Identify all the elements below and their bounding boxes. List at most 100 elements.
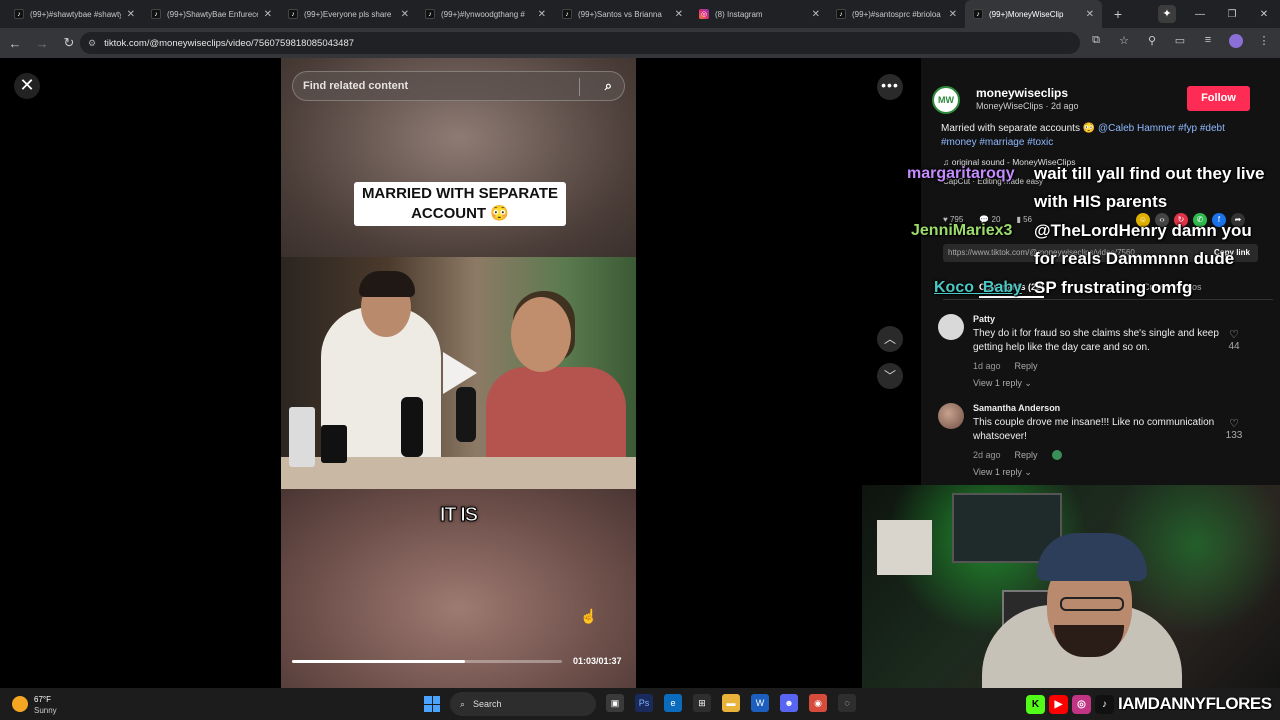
url-field[interactable]: ⚙ tiktok.com/@moneywiseclips/video/75607…	[80, 32, 1080, 54]
sidebar-icon[interactable]: ▭	[1172, 34, 1188, 51]
extensions-icon[interactable]: ⚲	[1144, 34, 1160, 51]
taskbar-apps: ▣ Ps e ⊞ ▬ W ☻ ◉ ◌	[606, 694, 856, 712]
close-icon[interactable]: ✕	[14, 73, 40, 99]
window-controls: — ❐ ✕	[1184, 0, 1280, 28]
tiktok-icon: ♪	[562, 9, 572, 19]
back-icon[interactable]: ←	[3, 36, 27, 51]
save-count[interactable]: ▮ 56	[1016, 215, 1032, 224]
sun-icon	[12, 696, 28, 712]
tab-santos-vs-brianna[interactable]: ♪ (99+)Santos vs Brianna ✕	[554, 0, 691, 28]
tab-santosprc[interactable]: ♪ (99+)#santosprc #brioloa ✕	[828, 0, 965, 28]
reload-icon[interactable]: ↻	[57, 35, 81, 51]
menu-lines-icon[interactable]: ≡	[1200, 34, 1216, 51]
next-video-button[interactable]: ﹀	[877, 363, 903, 389]
kick-icon: K	[1026, 694, 1045, 714]
close-icon[interactable]: ✕	[401, 9, 409, 20]
taskbar-search[interactable]: ⌕ Search	[450, 692, 596, 716]
tab-label: (99+)Santos vs Brianna	[578, 9, 662, 19]
kebab-menu-icon[interactable]: ⋮	[1256, 34, 1272, 51]
avatar[interactable]	[938, 314, 964, 340]
file-explorer-icon[interactable]: ▬	[722, 694, 740, 712]
play-icon[interactable]	[443, 352, 477, 394]
close-icon[interactable]: ✕	[949, 9, 957, 20]
chat-username: margaritaroqy	[907, 165, 1015, 182]
streamer-social-bar: K ▶ ◎ ♪ IAMDANNYFLORES	[1026, 692, 1272, 716]
task-view-icon[interactable]: ▣	[606, 694, 624, 712]
tab-everyone-pls-share[interactable]: ♪ (99+)Everyone pls share ✕	[280, 0, 417, 28]
tab-label: (99+)#santosprc #brioloa	[852, 9, 941, 19]
baseball-cap	[1037, 533, 1147, 581]
video-caption-bottom: IT IS	[439, 504, 478, 527]
photoshop-icon[interactable]: Ps	[635, 694, 653, 712]
chrome-icon[interactable]: ◉	[809, 694, 827, 712]
comment-author[interactable]: Samantha Anderson	[973, 403, 1060, 413]
glasses	[1060, 597, 1124, 611]
video-player[interactable]: Find related content ⌕ MARRIED WITH SEPA…	[281, 58, 636, 688]
discord-icon[interactable]: ☻	[780, 694, 798, 712]
related-search-input[interactable]: Find related content ⌕	[292, 71, 625, 101]
weather-temp: 67°F	[34, 695, 51, 704]
comment-time: 1d ago	[973, 361, 1001, 371]
url-text: tiktok.com/@moneywiseclips/video/7560759…	[104, 37, 355, 49]
minimize-icon[interactable]: —	[1184, 9, 1216, 20]
view-replies-button[interactable]: View 1 reply ⌄	[973, 467, 1032, 478]
comment-author[interactable]: Patty	[973, 314, 995, 324]
tab-shawtybae-enfurece[interactable]: ♪ (99+)ShawtyBae Enfurece ✕	[143, 0, 280, 28]
weather-widget[interactable]: 67°F Sunny	[12, 692, 82, 716]
maximize-icon[interactable]: ❐	[1216, 9, 1248, 20]
app-icon[interactable]: ◌	[838, 694, 856, 712]
mug	[321, 425, 347, 463]
tab-lynwoodgthang[interactable]: ♪ (99+)#lynwoodgthang # ✕	[417, 0, 554, 28]
video-progress-bar[interactable]	[292, 660, 562, 663]
tiktok-icon: ♪	[288, 9, 298, 19]
heart-icon[interactable]: ♡	[1227, 328, 1241, 341]
new-tab-button[interactable]: +	[1108, 4, 1128, 24]
tab-instagram[interactable]: ◎ (8) Instagram ✕	[691, 0, 828, 28]
avatar[interactable]	[938, 403, 964, 429]
streamer-handle: IAMDANNYFLORES	[1118, 694, 1272, 713]
comment-time: 2d ago	[973, 450, 1001, 460]
close-window-icon[interactable]: ✕	[1248, 9, 1280, 20]
close-icon[interactable]: ✕	[538, 9, 546, 20]
tab-moneywiseclip[interactable]: ♪ (99+)MoneyWiseClip ✕	[965, 0, 1102, 28]
taskbar-search-label: Search	[473, 699, 502, 709]
tab-label: (8) Instagram	[715, 9, 763, 19]
close-icon[interactable]: ✕	[127, 9, 135, 20]
comment-like-count: 133	[1225, 430, 1243, 441]
follow-button[interactable]: Follow	[1187, 86, 1250, 111]
reply-button[interactable]: Reply	[1015, 361, 1038, 371]
more-options-button[interactable]: •••	[877, 74, 903, 100]
close-icon[interactable]: ✕	[812, 9, 820, 20]
tab-label: (99+)#shawtybae #shawtyba	[30, 9, 121, 19]
close-icon[interactable]: ✕	[264, 9, 272, 20]
store-icon[interactable]: ⊞	[693, 694, 711, 712]
view-replies-button[interactable]: View 1 reply ⌄	[973, 378, 1032, 389]
tiktok-icon: ♪	[14, 9, 24, 19]
tab-shawtybae[interactable]: ♪ (99+)#shawtybae #shawtyba ✕	[6, 0, 143, 28]
heart-icon[interactable]: ♡	[1227, 417, 1241, 430]
close-icon[interactable]: ✕	[675, 9, 683, 20]
search-icon[interactable]: ⌕	[605, 78, 612, 94]
sparkle-icon[interactable]: ✦	[1158, 5, 1176, 23]
forward-icon[interactable]: →	[30, 36, 54, 51]
site-info-icon[interactable]: ⚙	[88, 38, 96, 49]
close-icon[interactable]: ✕	[1086, 9, 1094, 20]
chat-message: SP frustrating omfg	[1034, 278, 1193, 297]
windows-start-icon[interactable]	[424, 696, 440, 712]
bookmark-star-icon[interactable]: ☆	[1116, 34, 1132, 51]
search-placeholder: Find related content	[303, 80, 409, 92]
previous-video-button[interactable]: ︿	[877, 326, 903, 352]
edge-icon[interactable]: e	[664, 694, 682, 712]
author-username[interactable]: moneywiseclips	[976, 86, 1068, 100]
video-timecode: 01:03/01:37	[573, 656, 622, 666]
author-avatar[interactable]: MW	[932, 86, 960, 114]
install-icon[interactable]: ⧉	[1088, 34, 1104, 51]
word-icon[interactable]: W	[751, 694, 769, 712]
avatar[interactable]	[1228, 34, 1244, 51]
progress-fill	[292, 660, 465, 663]
chat-username: Koco_Baby	[934, 279, 1023, 296]
address-bar-row: ← → ↻ ⚙ tiktok.com/@moneywiseclips/video…	[0, 28, 1280, 58]
reply-button[interactable]: Reply	[1015, 450, 1038, 460]
video-description: Married with separate accounts 😳 @Caleb …	[941, 122, 1241, 150]
tiktok-icon: ♪	[425, 9, 435, 19]
